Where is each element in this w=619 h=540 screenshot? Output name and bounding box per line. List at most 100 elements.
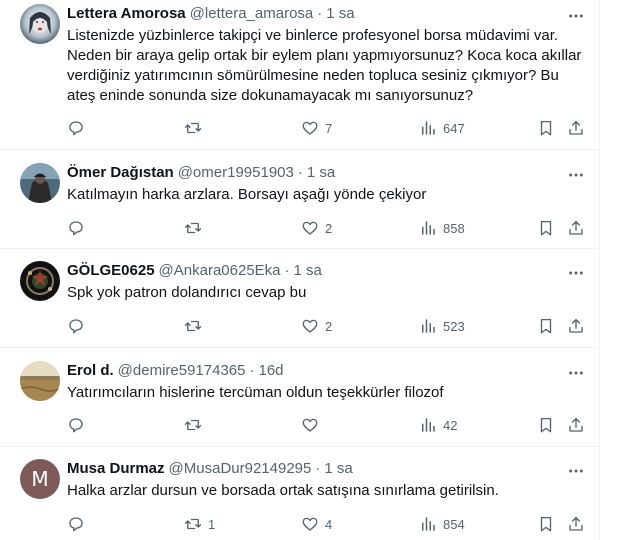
timestamp[interactable]: 1 sa bbox=[307, 163, 335, 183]
share-button[interactable] bbox=[567, 218, 585, 238]
reply-icon bbox=[69, 517, 83, 532]
avatar[interactable] bbox=[20, 261, 60, 301]
bookmark-button[interactable] bbox=[537, 118, 555, 138]
more-dots-icon[interactable] bbox=[566, 165, 586, 185]
reply-icon bbox=[69, 319, 83, 334]
retweet-button[interactable] bbox=[184, 415, 208, 435]
timestamp[interactable]: 1 sa bbox=[294, 261, 322, 281]
author-handle[interactable]: @Ankara0625Eka bbox=[159, 261, 281, 281]
more-dots-icon[interactable] bbox=[566, 6, 586, 26]
like-button[interactable] bbox=[301, 415, 325, 435]
timestamp[interactable]: 1 sa bbox=[324, 459, 352, 479]
avatar-image bbox=[20, 163, 60, 203]
bookmark-button[interactable] bbox=[537, 316, 555, 336]
retweet-icon bbox=[184, 122, 202, 134]
reply-icon bbox=[69, 121, 83, 136]
tweet-header: Musa Durmaz @MusaDur92149295 · 1 sa bbox=[67, 459, 586, 479]
share-icon bbox=[569, 120, 583, 135]
bookmark-icon bbox=[540, 220, 552, 236]
share-button[interactable] bbox=[567, 316, 585, 336]
like-button[interactable]: 2 bbox=[301, 316, 332, 336]
views-button[interactable]: 42 bbox=[419, 415, 457, 435]
views-button[interactable]: 523 bbox=[419, 316, 465, 336]
like-count: 2 bbox=[325, 220, 333, 236]
like-count: 7 bbox=[325, 120, 333, 136]
reply-button[interactable] bbox=[67, 218, 91, 238]
share-button[interactable] bbox=[567, 514, 585, 534]
reply-button[interactable] bbox=[67, 514, 91, 534]
view-count: 42 bbox=[443, 417, 458, 433]
avatar[interactable] bbox=[20, 4, 60, 44]
tweet[interactable]: GÖLGE0625 @Ankara0625Eka · 1 sa Spk yok … bbox=[0, 249, 600, 348]
retweet-button[interactable] bbox=[184, 218, 208, 238]
author-handle[interactable]: @MusaDur92149295 bbox=[169, 459, 312, 479]
tweet-text: Yatırımcıların hislerine tercüman oldun … bbox=[67, 384, 444, 401]
like-count: 2 bbox=[325, 318, 333, 334]
timestamp[interactable]: 16d bbox=[259, 361, 284, 381]
tweet[interactable]: Erol d. @demire59174365 · 16d Yatırımcıl… bbox=[0, 348, 600, 447]
retweet-icon bbox=[184, 518, 202, 530]
share-button[interactable] bbox=[567, 415, 585, 435]
bookmark-icon bbox=[540, 120, 552, 136]
share-icon bbox=[569, 318, 583, 333]
retweet-button[interactable]: 1 bbox=[184, 514, 215, 534]
views-chart-icon bbox=[422, 121, 435, 135]
heart-icon bbox=[302, 319, 318, 333]
author-name[interactable]: Ömer Dağıstan bbox=[67, 163, 174, 183]
retweet-button[interactable] bbox=[184, 316, 208, 336]
reply-icon bbox=[69, 221, 83, 236]
views-button[interactable]: 854 bbox=[419, 514, 465, 534]
timestamp[interactable]: 1 sa bbox=[326, 4, 354, 24]
separator: · bbox=[249, 362, 255, 379]
retweet-icon bbox=[184, 419, 202, 431]
reply-icon bbox=[69, 418, 83, 433]
reply-button[interactable] bbox=[67, 415, 91, 435]
more-dots-icon[interactable] bbox=[566, 461, 586, 481]
bookmark-button[interactable] bbox=[537, 514, 555, 534]
bookmark-button[interactable] bbox=[537, 218, 555, 238]
separator: · bbox=[297, 164, 303, 181]
tweet[interactable]: M Musa Durmaz @MusaDur92149295 · 1 sa Ha… bbox=[0, 447, 600, 540]
author-handle[interactable]: @omer19951903 bbox=[178, 163, 294, 183]
reply-button[interactable] bbox=[67, 316, 91, 336]
retweet-count: 1 bbox=[208, 516, 216, 532]
tweet-header: Erol d. @demire59174365 · 16d bbox=[67, 361, 586, 381]
avatar[interactable] bbox=[20, 163, 60, 203]
author-handle[interactable]: @demire59174365 bbox=[118, 361, 246, 381]
author-name[interactable]: Musa Durmaz bbox=[67, 459, 165, 479]
like-count: 4 bbox=[325, 516, 333, 532]
views-button[interactable]: 647 bbox=[419, 118, 465, 138]
tweet-actions: 2 523 bbox=[67, 316, 586, 336]
more-dots-icon[interactable] bbox=[566, 363, 586, 383]
separator: · bbox=[317, 5, 323, 22]
share-icon bbox=[569, 220, 583, 235]
reply-button[interactable] bbox=[67, 118, 91, 138]
avatar-image bbox=[20, 261, 60, 301]
like-button[interactable]: 2 bbox=[301, 218, 332, 238]
like-button[interactable]: 7 bbox=[301, 118, 332, 138]
author-handle[interactable]: @lettera_amarosa bbox=[190, 4, 314, 24]
avatar-image bbox=[20, 4, 60, 44]
separator: · bbox=[284, 262, 290, 279]
bookmark-icon bbox=[540, 417, 552, 433]
author-name[interactable]: GÖLGE0625 bbox=[67, 261, 155, 281]
avatar[interactable] bbox=[20, 361, 60, 401]
tweet[interactable]: Lettera Amorosa @lettera_amarosa · 1 sa … bbox=[0, 0, 600, 150]
tweet-header: Lettera Amorosa @lettera_amarosa · 1 sa bbox=[67, 4, 586, 24]
like-button[interactable]: 4 bbox=[301, 514, 332, 534]
author-name[interactable]: Erol d. bbox=[67, 361, 114, 381]
bookmark-button[interactable] bbox=[537, 415, 555, 435]
retweet-icon bbox=[184, 222, 202, 234]
views-button[interactable]: 858 bbox=[419, 218, 465, 238]
avatar[interactable]: M bbox=[20, 459, 60, 499]
author-name[interactable]: Lettera Amorosa bbox=[67, 4, 186, 24]
tweet-actions: 7 647 bbox=[67, 118, 586, 138]
tweet-text: Halka arzlar dursun ve borsada ortak sat… bbox=[67, 482, 499, 499]
reply-feed: Lettera Amorosa @lettera_amarosa · 1 sa … bbox=[0, 0, 600, 540]
share-button[interactable] bbox=[567, 118, 585, 138]
heart-icon bbox=[302, 121, 318, 135]
retweet-button[interactable] bbox=[184, 118, 208, 138]
tweet[interactable]: Ömer Dağıstan @omer19951903 · 1 sa Katıl… bbox=[0, 150, 600, 249]
views-chart-icon bbox=[422, 221, 435, 235]
more-dots-icon[interactable] bbox=[566, 263, 586, 283]
